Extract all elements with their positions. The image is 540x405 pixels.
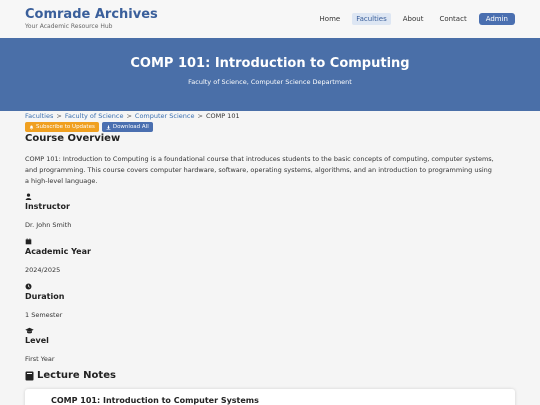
download-icon xyxy=(106,125,111,130)
level-label: Level xyxy=(25,336,49,345)
course-overview-heading: Course Overview xyxy=(25,133,121,144)
course-subtitle: Faculty of Science, Computer Science Dep… xyxy=(188,78,352,86)
graduation-cap-icon xyxy=(25,327,34,334)
academic-year-value: 2024/2025 xyxy=(25,266,61,274)
top-navbar: Comrade Archives Your Academic Resource … xyxy=(0,0,540,38)
course-overview-text: COMP 101: Introduction to Computing is a… xyxy=(25,155,494,185)
lecture-notes-title: Lecture Notes xyxy=(37,370,116,381)
breadcrumb-separator: > xyxy=(56,112,62,120)
nav-admin-button[interactable]: Admin xyxy=(478,13,515,25)
main-nav: Home Faculties About Contact Admin xyxy=(316,13,515,25)
breadcrumb-computer-science[interactable]: Computer Science xyxy=(135,112,195,120)
breadcrumb-current: COMP 101 xyxy=(205,112,240,120)
lecture-note-title: COMP 101: Introduction to Computer Syste… xyxy=(51,396,259,405)
instructor-label: Instructor xyxy=(25,202,70,211)
subscribe-label: Subscribe to Updates xyxy=(36,124,95,130)
breadcrumb-separator: > xyxy=(197,112,203,120)
academic-year-label: Academic Year xyxy=(25,247,91,256)
duration-value: 1 Semester xyxy=(25,311,63,319)
site-logo-text[interactable]: Comrade Archives xyxy=(25,7,158,22)
breadcrumb-separator: > xyxy=(126,112,132,120)
breadcrumb-faculties[interactable]: Faculties xyxy=(25,112,53,120)
calendar-icon xyxy=(25,238,32,245)
breadcrumb-faculty-of-science[interactable]: Faculty of Science xyxy=(65,112,124,120)
download-all-button[interactable]: Download All xyxy=(101,122,153,132)
bell-icon xyxy=(29,125,34,129)
user-icon xyxy=(25,193,32,200)
download-label: Download All xyxy=(112,124,149,130)
clock-icon xyxy=(25,283,32,290)
nav-faculties[interactable]: Faculties xyxy=(352,13,391,25)
duration-label: Duration xyxy=(25,292,65,301)
course-actions: Subscribe to Updates Download All xyxy=(25,122,153,132)
book-icon xyxy=(25,371,34,380)
lecture-notes-heading: Lecture Notes xyxy=(25,370,116,381)
nav-home[interactable]: Home xyxy=(316,13,345,25)
hero-banner: COMP 101: Introduction to Computing Facu… xyxy=(0,38,540,111)
site-tagline: Your Academic Resource Hub xyxy=(25,23,113,30)
level-value: First Year xyxy=(25,355,55,363)
instructor-value: Dr. John Smith xyxy=(25,221,72,229)
course-title: COMP 101: Introduction to Computing xyxy=(130,56,410,71)
lecture-note-card[interactable]: COMP 101: Introduction to Computer Syste… xyxy=(25,389,515,405)
nav-contact[interactable]: Contact xyxy=(435,13,470,25)
breadcrumb: Faculties > Faculty of Science > Computer Sc… xyxy=(25,112,240,120)
subscribe-button[interactable]: Subscribe to Updates xyxy=(25,122,99,132)
nav-about[interactable]: About xyxy=(399,13,428,25)
